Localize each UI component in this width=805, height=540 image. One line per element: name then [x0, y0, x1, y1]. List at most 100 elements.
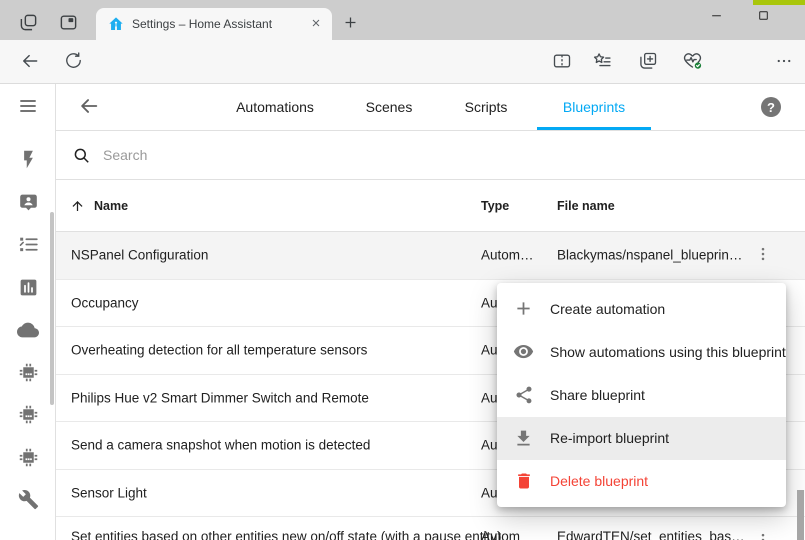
sidebar-item-cloud[interactable]: [0, 319, 56, 343]
sidebar-item-device-1[interactable]: [0, 362, 56, 386]
sidebar-item-developer-tools[interactable]: [0, 489, 56, 513]
row-type: Autom: [481, 529, 520, 540]
hamburger-icon: [18, 96, 38, 119]
table-row[interactable]: NSPanel Configuration Autom… Blackymas/n…: [56, 232, 805, 280]
tab-title: Settings – Home Assistant: [132, 17, 306, 31]
tab-close-button[interactable]: [306, 14, 326, 34]
sidebar-item-energy[interactable]: [0, 149, 56, 173]
window-maximize-button[interactable]: [741, 0, 785, 34]
heart-pulse-icon: [682, 50, 703, 74]
collections-icon: [638, 51, 658, 74]
tab-actions-button[interactable]: [16, 12, 40, 36]
search-icon: [72, 146, 91, 165]
close-icon: [310, 17, 322, 32]
menu-item-reimport-blueprint[interactable]: Re-import blueprint: [497, 417, 786, 460]
lightning-icon: [18, 149, 39, 173]
menu-item-show-automations[interactable]: Show automations using this blueprint: [497, 330, 786, 373]
column-header-type[interactable]: Type: [481, 199, 509, 213]
cloud-icon: [17, 319, 39, 344]
row-file-name: Blackymas/nspanel_blueprin…: [557, 248, 742, 263]
workspaces-button[interactable]: [56, 12, 80, 36]
split-screen-button[interactable]: [550, 50, 574, 74]
menu-item-create-automation[interactable]: Create automation: [497, 287, 786, 330]
sidebar-item-device-3[interactable]: [0, 447, 56, 471]
ha-sidebar: [0, 84, 56, 540]
row-name: Send a camera snapshot when motion is de…: [71, 438, 370, 453]
menu-item-label: Share blueprint: [550, 387, 645, 403]
column-header-file-name[interactable]: File name: [557, 199, 615, 213]
ellipsis-icon: [775, 52, 793, 73]
search-input[interactable]: [101, 146, 805, 164]
browser-menu-button[interactable]: [772, 50, 796, 74]
row-name: Occupancy: [71, 295, 139, 310]
row-name: Philips Hue v2 Smart Dimmer Switch and R…: [71, 390, 369, 405]
sort-ascending-icon[interactable]: [70, 198, 85, 213]
browser-essentials-button[interactable]: [680, 50, 704, 74]
stacked-tabs-icon: [19, 13, 38, 35]
search-bar: [56, 131, 805, 180]
favorites-button[interactable]: [590, 50, 614, 74]
blueprint-context-menu: Create automation Show automations using…: [497, 283, 786, 507]
tab-blueprints[interactable]: Blueprints: [559, 84, 629, 130]
page-scrollbar[interactable]: [797, 490, 804, 540]
row-name: NSPanel Configuration: [71, 248, 208, 263]
sidebar-item-todo-lists[interactable]: [0, 234, 56, 258]
row-name: Overheating detection for all temperatur…: [71, 343, 367, 358]
browser-tab-active[interactable]: Settings – Home Assistant: [96, 8, 332, 40]
favorites-star-list-icon: [592, 51, 612, 74]
download-icon: [513, 428, 534, 449]
row-overflow-menu-button[interactable]: [751, 243, 775, 267]
chip-icon: [18, 362, 39, 386]
menu-item-label: Show automations using this blueprint: [550, 344, 786, 360]
kebab-icon: [754, 531, 772, 540]
assist-person-bubble-icon: [18, 192, 39, 216]
tab-scripts[interactable]: Scripts: [461, 84, 512, 130]
ha-back-button[interactable]: [77, 95, 101, 119]
row-type: Autom…: [481, 248, 534, 263]
tab-strip: Settings – Home Assistant: [0, 0, 805, 40]
window-minimize-button[interactable]: [694, 0, 738, 34]
sidebar-scrollbar[interactable]: [50, 212, 54, 405]
plus-icon: [342, 14, 359, 34]
trash-icon: [513, 471, 534, 491]
sidebar-menu-button[interactable]: [0, 95, 56, 119]
sidebar-item-history[interactable]: [0, 277, 56, 301]
chip-icon: [18, 404, 39, 428]
table-header: Name Type File name: [56, 180, 805, 232]
back-arrow-icon: [20, 51, 40, 74]
sidebar-item-device-2[interactable]: [0, 404, 56, 428]
row-overflow-menu-button[interactable]: [751, 529, 775, 540]
row-file-name: EdwardTEN/set_entities_bas…: [557, 529, 745, 540]
wrench-icon: [18, 489, 39, 513]
bar-chart-icon: [18, 277, 39, 301]
collections-button[interactable]: [636, 50, 660, 74]
sidebar-item-assist[interactable]: [0, 192, 56, 216]
kebab-icon: [754, 245, 772, 266]
refresh-button[interactable]: [61, 50, 85, 74]
share-icon: [513, 385, 534, 405]
home-assistant-favicon: [108, 16, 124, 32]
refresh-icon: [64, 51, 83, 73]
tab-automations[interactable]: Automations: [232, 84, 318, 130]
menu-item-share-blueprint[interactable]: Share blueprint: [497, 373, 786, 416]
menu-item-label: Delete blueprint: [550, 473, 648, 489]
tab-scenes[interactable]: Scenes: [362, 84, 417, 130]
menu-item-delete-blueprint[interactable]: Delete blueprint: [497, 460, 786, 503]
menu-item-label: Create automation: [550, 301, 665, 317]
active-tab-underline: [537, 127, 651, 130]
split-screen-icon: [552, 51, 572, 74]
column-header-name[interactable]: Name: [94, 199, 128, 213]
minimize-icon: [710, 9, 723, 25]
chip-icon: [18, 447, 39, 471]
todo-list-icon: [18, 234, 39, 258]
workspace-window-icon: [59, 13, 78, 35]
back-arrow-icon: [78, 95, 100, 120]
plus-icon: [513, 298, 534, 319]
ha-page-header: Automations Scenes Scripts Blueprints: [56, 84, 805, 131]
eye-icon: [513, 341, 534, 362]
browser-window: Settings – Home Assistant: [0, 0, 805, 540]
back-button[interactable]: [18, 50, 42, 74]
table-row[interactable]: Set entities based on other entities new…: [56, 517, 805, 540]
new-tab-button[interactable]: [338, 12, 362, 36]
help-button[interactable]: [761, 97, 781, 117]
